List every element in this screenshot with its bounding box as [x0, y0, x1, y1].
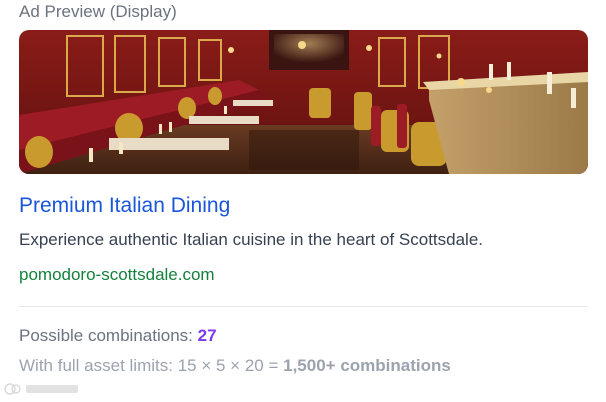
section-label: Ad Preview (Display): [19, 2, 177, 21]
ad-image[interactable]: [19, 30, 588, 174]
limits-label: With full asset limits:: [19, 356, 173, 375]
watermark-logo: [4, 381, 84, 397]
combinations-row: Possible combinations: 27: [19, 326, 217, 346]
divider: [19, 306, 588, 307]
restaurant-interior-image: [19, 30, 588, 174]
ad-headline-link[interactable]: Premium Italian Dining: [19, 194, 230, 218]
limits-result: 1,500+ combinations: [283, 356, 451, 375]
ad-description: Experience authentic Italian cuisine in …: [19, 230, 484, 249]
watermark-logo-icon: [4, 383, 78, 395]
combinations-label: Possible combinations:: [19, 326, 193, 345]
ad-preview-panel: Ad Preview (Display) Premium Italian Din…: [0, 0, 606, 402]
asset-limits-row: With full asset limits: 15 × 5 × 20 = 1,…: [19, 356, 451, 376]
limits-formula: 15 × 5 × 20 =: [177, 356, 279, 375]
ad-display-url[interactable]: pomodoro-scottsdale.com: [19, 265, 215, 285]
combinations-value: 27: [197, 326, 217, 345]
